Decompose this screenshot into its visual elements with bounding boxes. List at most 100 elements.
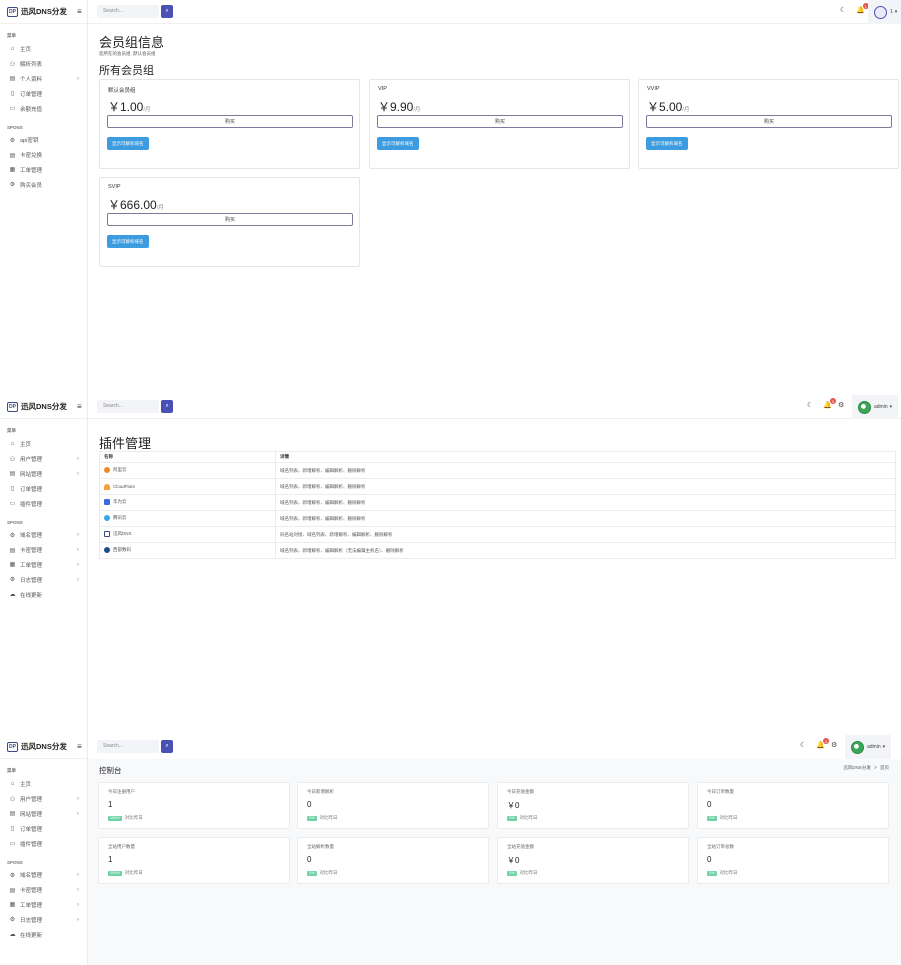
gear-icon: ⚙: [9, 532, 16, 539]
sidebar-item-label: 个人资料: [20, 76, 43, 83]
sidebar-item-tickets[interactable]: ▦ 工单管理: [0, 163, 87, 178]
stat-foot: 0% 对比昨日: [307, 870, 338, 876]
gear-icon: ⚙: [9, 577, 16, 584]
price-value: ￥9.90: [378, 100, 414, 114]
sidebar-item-home[interactable]: ⌂ 主页: [0, 437, 87, 452]
stat-label: 今日新增解析: [307, 789, 334, 794]
user-menu[interactable]: 1 ▾: [868, 0, 901, 24]
price-value: ￥666.00: [108, 198, 157, 212]
bell-icon[interactable]: 🔔 1: [856, 3, 869, 14]
settings-icon[interactable]: ⚙: [838, 401, 844, 409]
sidebar-item-users[interactable]: ⚇ 用户管理 ›: [0, 792, 87, 807]
avatar: [851, 740, 864, 754]
sidebar-item-home[interactable]: ⌂ 主页: [0, 777, 87, 792]
sidebar-item-profile[interactable]: ▤ 个人资料 ›: [0, 72, 87, 87]
sidebar-item-label: 在线更新: [20, 932, 43, 939]
sidebar-item-sites[interactable]: ▤ 网站管理 ›: [0, 467, 87, 482]
sidebar-item-update[interactable]: ☁ 在线更新: [0, 587, 87, 602]
moon-icon[interactable]: ☾: [800, 741, 806, 749]
topbar: Search... ⌕ ☾ 🔔 1 1 ▾: [88, 0, 901, 24]
stat-foot-text: 对比昨日: [124, 815, 143, 820]
sidebar-item-cards[interactable]: ▤ 卡密管理 ›: [0, 883, 87, 898]
buy-button[interactable]: 购买: [377, 115, 623, 128]
search-button[interactable]: ⌕: [161, 740, 173, 753]
sidebar-item-logs[interactable]: ⚙ 日志管理 ›: [0, 912, 87, 927]
search-input[interactable]: Search...: [97, 400, 159, 413]
menu-toggle-icon[interactable]: ≡: [77, 402, 82, 411]
brand[interactable]: DP 迅风DNS分发 ≡: [0, 0, 87, 24]
avatar: [874, 5, 887, 19]
brand-logo: DP: [7, 741, 18, 752]
settings-icon[interactable]: ⚙: [831, 741, 837, 749]
stat-value: 0: [707, 855, 712, 864]
search-input[interactable]: Search...: [97, 5, 159, 18]
sidebar-item-tickets[interactable]: ▦ 工单管理 ›: [0, 898, 87, 913]
sidebar-item-domains[interactable]: ⚙ 域名管理 ›: [0, 868, 87, 883]
stat-card: 全站订单总数 0 0% 对比昨日: [697, 837, 889, 884]
brand[interactable]: DP 迅风DNS分发 ≡: [0, 735, 87, 759]
bell-icon[interactable]: 🔔 3: [823, 398, 836, 409]
table-row[interactable]: CloudFlare 域名列表、新增解析、编辑解析、删除解析: [99, 478, 896, 495]
page-title: 插件管理: [99, 436, 152, 451]
stat-value: ￥0: [507, 801, 520, 810]
sidebar-item-domains[interactable]: ⚙ 域名管理 ›: [0, 528, 87, 543]
grid-icon: ▦: [9, 902, 16, 909]
plugin-detail: 同名站对接、域名列表、新增解析、编辑解析、删除解析: [275, 526, 896, 543]
table-row[interactable]: 腾讯云 域名列表、新增解析、编辑解析、删除解析: [99, 510, 896, 527]
table-row[interactable]: 迅风DNS 同名站对接、域名列表、新增解析、编辑解析、删除解析: [99, 526, 896, 543]
sidebar-item-label: 日志管理: [20, 917, 43, 924]
moon-icon[interactable]: ☾: [807, 401, 813, 409]
search-button[interactable]: ⌕: [161, 400, 173, 413]
menu-toggle-icon[interactable]: ≡: [77, 7, 82, 16]
sidebar-item-sites[interactable]: ▤ 网站管理 ›: [0, 807, 87, 822]
sidebar-item-users[interactable]: ⚇ 用户管理 ›: [0, 452, 87, 467]
buy-button[interactable]: 购买: [646, 115, 892, 128]
sidebar-item-recharge[interactable]: ▭ 余额充值: [0, 101, 87, 116]
buy-button[interactable]: 购买: [107, 115, 353, 128]
show-domains-button[interactable]: 显示可解析域名: [646, 137, 688, 150]
sidebar-item-cards[interactable]: ▤ 卡密管理 ›: [0, 543, 87, 558]
sidebar-item-orders[interactable]: ▯ 订单管理: [0, 481, 87, 496]
sidebar-item-plugins[interactable]: ▭ 插件管理: [0, 496, 87, 511]
menu-toggle-icon[interactable]: ≡: [77, 742, 82, 751]
sidebar-item-orders[interactable]: ▯ 订单管理: [0, 86, 87, 101]
price-value: ￥5.00: [647, 100, 683, 114]
search-icon: ⌕: [165, 743, 169, 749]
moon-icon[interactable]: ☾: [840, 6, 846, 14]
sidebar-item-home[interactable]: ⌂ 主页: [0, 42, 87, 57]
user-menu[interactable]: admin ▾: [852, 395, 899, 419]
sidebar-item-tickets[interactable]: ▦ 工单管理 ›: [0, 558, 87, 573]
card-icon: ▤: [9, 152, 16, 159]
xunfeng-dns-icon: [104, 531, 110, 538]
notification-badge: 3: [829, 398, 836, 404]
sidebar-item-label: 在线更新: [20, 592, 43, 599]
brand[interactable]: DP 迅风DNS分发 ≡: [0, 395, 87, 419]
table-row[interactable]: 阿里云 域名列表、新增解析、编辑解析、删除解析: [99, 462, 896, 479]
card-icon: ▤: [9, 811, 16, 818]
breadcrumb-link[interactable]: 迅风DNS分发: [843, 765, 871, 770]
user-menu[interactable]: admin ▾: [845, 735, 892, 759]
sidebar-item-update[interactable]: ☁ 在线更新: [0, 927, 87, 942]
table-row[interactable]: 西部数码 域名列表、新增解析、编辑解析（无法编辑主机名）、删除解析: [99, 542, 896, 559]
sidebar-item-records[interactable]: ⚇ 解析列表: [0, 57, 87, 72]
show-domains-button[interactable]: 显示可解析域名: [107, 235, 149, 248]
sidebar-item-api-key[interactable]: ⚙ api密钥: [0, 133, 87, 148]
table-row[interactable]: 华为云 域名列表、新增解析、编辑解析、删除解析: [99, 494, 896, 511]
sidebar-item-plugins[interactable]: ▭ 插件管理: [0, 836, 87, 851]
plan-name: VIP: [378, 86, 387, 92]
show-domains-button[interactable]: 显示可解析域名: [377, 137, 419, 150]
sidebar-item-card-redeem[interactable]: ▤ 卡密兑换: [0, 148, 87, 163]
sidebar-item-buy-member[interactable]: ⚙ 购买会员: [0, 177, 87, 192]
search-button[interactable]: ⌕: [161, 5, 173, 18]
stat-value: 0: [307, 800, 312, 809]
sidebar-item-orders[interactable]: ▯ 订单管理: [0, 821, 87, 836]
bell-icon[interactable]: 🔔 3: [816, 738, 829, 749]
search-input[interactable]: Search...: [97, 740, 159, 753]
buy-button[interactable]: 购买: [107, 213, 353, 226]
users-icon: ⚇: [9, 61, 16, 68]
show-domains-button[interactable]: 显示可解析域名: [107, 137, 149, 150]
chevron-right-icon: ›: [77, 901, 79, 908]
sidebar-item-logs[interactable]: ⚙ 日志管理 ›: [0, 572, 87, 587]
sidebar-item-label: 解析列表: [20, 62, 43, 69]
gear-icon: ⚙: [9, 137, 16, 144]
